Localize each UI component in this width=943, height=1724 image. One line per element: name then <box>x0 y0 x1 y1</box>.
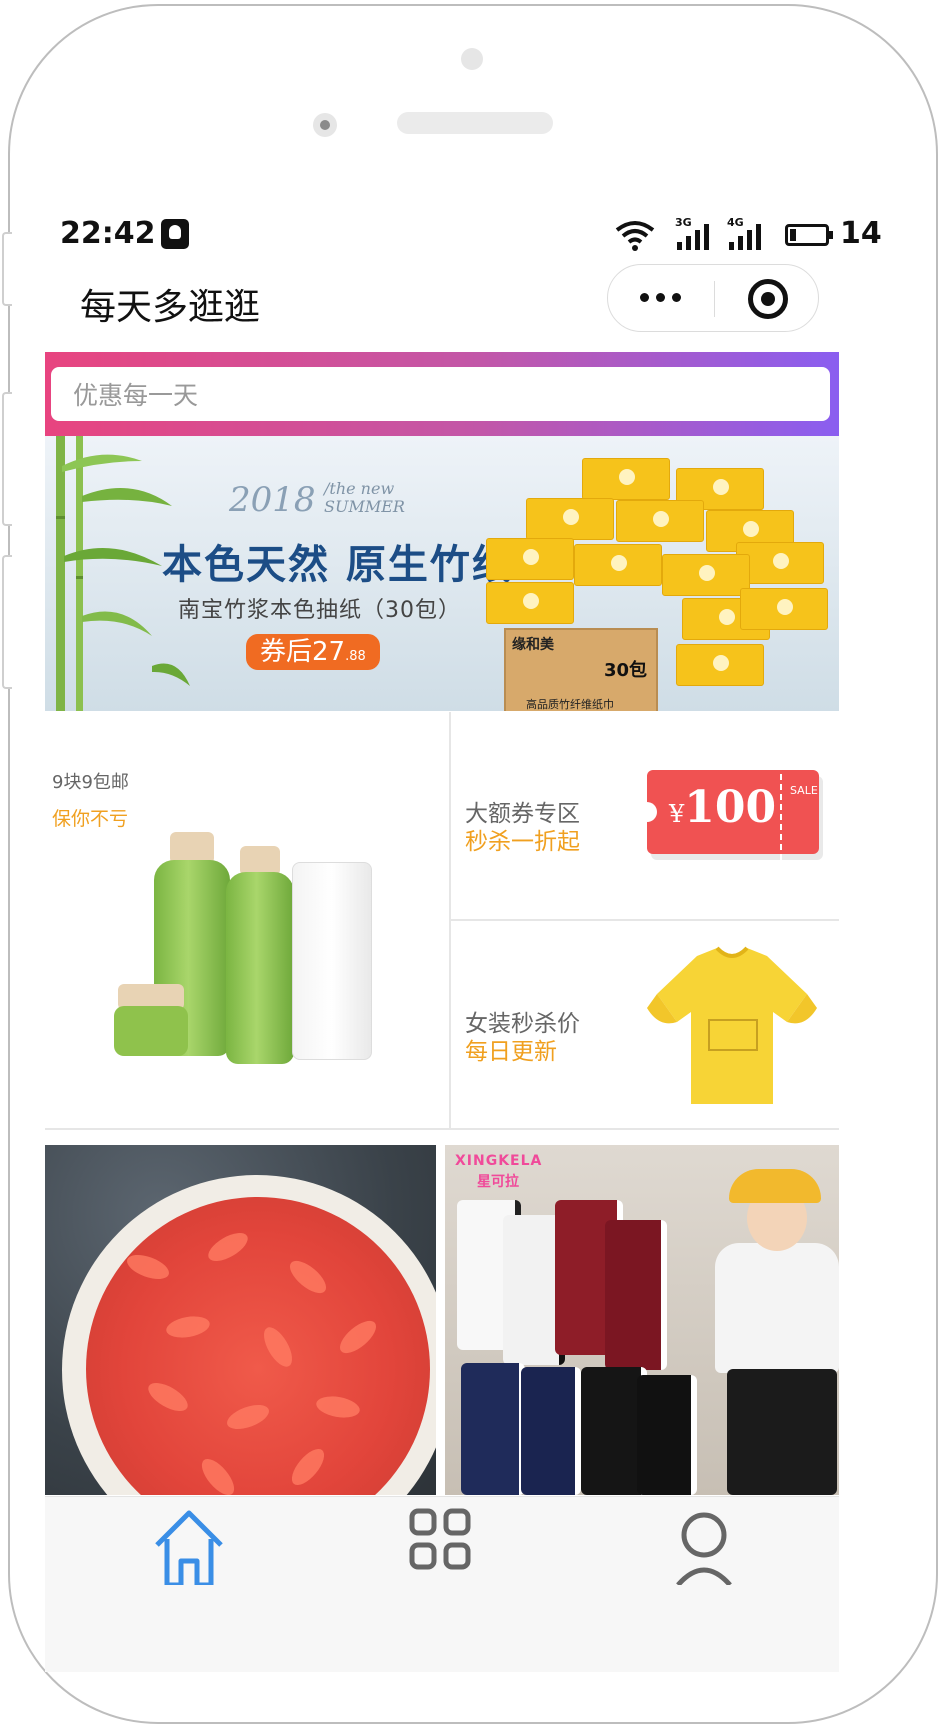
status-bar: 22:42 3G 4G 14 <box>45 200 895 270</box>
coupon-ticket-image: ¥100 SALE <box>637 764 819 860</box>
tissue-packs-image: 缘和美 30包 高品质竹纤维纸巾 <box>486 458 828 711</box>
ticket-notch <box>637 802 657 822</box>
user-icon[interactable] <box>654 1505 754 1585</box>
promo-subtitle: 保你不亏 <box>52 808 129 830</box>
search-input[interactable] <box>71 367 834 423</box>
kids-pants-image[interactable]: XINGKELA 星可拉 <box>445 1145 839 1495</box>
promo-card-women-flash-sale[interactable]: 女装秒杀价 每日更新 <box>451 921 839 1128</box>
wifi-icon <box>615 221 655 251</box>
side-button <box>2 555 12 689</box>
search-box[interactable] <box>51 367 834 423</box>
model-legs <box>727 1369 837 1495</box>
more-icon[interactable] <box>636 287 686 311</box>
box-brand: 缘和美 <box>512 637 554 653</box>
search-band <box>45 352 839 436</box>
banner-headline: 本色天然 原生竹纸 <box>162 542 514 588</box>
signal-4g-icon: 4G <box>727 216 767 252</box>
ticket-yen: ¥ <box>669 800 685 828</box>
notification-icon <box>161 219 189 249</box>
front-camera <box>313 113 337 137</box>
ticket-perforation <box>780 764 792 860</box>
skincare-products-image <box>112 832 382 1092</box>
signal-3g-label: 3G <box>675 216 692 229</box>
box-count: 30包 <box>604 660 648 681</box>
screen: 22:42 3G 4G 14 每天多逛逛 优惠每一天 2018 /the new… <box>45 200 895 1672</box>
promo-subtitle: 秒杀一折起 <box>465 829 580 855</box>
capsule-divider <box>714 281 715 317</box>
close-target-icon[interactable] <box>748 279 788 319</box>
model-hat <box>729 1169 821 1203</box>
pants-brand-cn: 星可拉 <box>477 1174 519 1190</box>
yellow-tshirt-image <box>647 946 817 1104</box>
mini-program-capsule <box>607 264 819 332</box>
signal-4g-label: 4G <box>727 216 744 229</box>
page-title: 每天多逛逛 <box>80 287 261 328</box>
product-image-row: XINGKELA 星可拉 <box>45 1145 839 1495</box>
status-time: 22:42 <box>60 216 156 251</box>
banner-season: /the new SUMMER <box>324 480 405 516</box>
goji-berries-image[interactable] <box>45 1145 436 1495</box>
banner-subline: 南宝竹浆本色抽纸（30包） <box>178 598 461 623</box>
battery-icon <box>785 224 833 246</box>
battery-percent: 14 <box>840 216 882 251</box>
banner-year: 2018 <box>229 480 316 520</box>
divider <box>45 1128 839 1130</box>
ticket-value: ¥100 <box>669 782 776 833</box>
promo-banner[interactable]: 2018 /the new SUMMER 本色天然 原生竹纸 南宝竹浆本色抽纸（… <box>45 436 839 711</box>
category-icon[interactable] <box>390 1505 490 1585</box>
side-button <box>2 232 12 306</box>
tissue-box: 缘和美 30包 高品质竹纤维纸巾 <box>504 628 658 711</box>
promo-grid: 9块9包邮 保你不亏 大额券专区 秒杀一折起 ¥100 SALE 女装秒杀价 每… <box>45 712 839 1130</box>
ticket-amount: 100 <box>684 782 777 833</box>
earpiece-speaker <box>397 112 553 134</box>
model-body <box>715 1243 839 1373</box>
sensor-dot <box>461 48 483 70</box>
tab-bar <box>45 1496 839 1672</box>
promo-card-99-free-shipping[interactable]: 9块9包邮 保你不亏 <box>45 712 448 1128</box>
banner-price-decimal: .88 <box>345 649 366 664</box>
home-icon[interactable] <box>139 1505 239 1585</box>
pants-brand: XINGKELA <box>455 1153 543 1169</box>
promo-subtitle: 每日更新 <box>465 1039 557 1065</box>
promo-title: 9块9包邮 <box>52 772 129 793</box>
banner-price: 券后27 <box>260 637 346 667</box>
promo-card-big-coupon[interactable]: 大额券专区 秒杀一折起 ¥100 SALE <box>451 712 839 919</box>
banner-season-line2: SUMMER <box>324 497 405 516</box>
nav-bar: 每天多逛逛 <box>45 264 895 350</box>
banner-season-line1: /the new <box>324 479 395 498</box>
box-note: 高品质竹纤维纸巾 <box>526 698 614 711</box>
banner-price-tag: 券后27.88 <box>246 634 380 670</box>
side-button <box>2 392 12 526</box>
signal-3g-icon: 3G <box>675 216 715 252</box>
ticket-sale-label: SALE <box>790 784 818 797</box>
